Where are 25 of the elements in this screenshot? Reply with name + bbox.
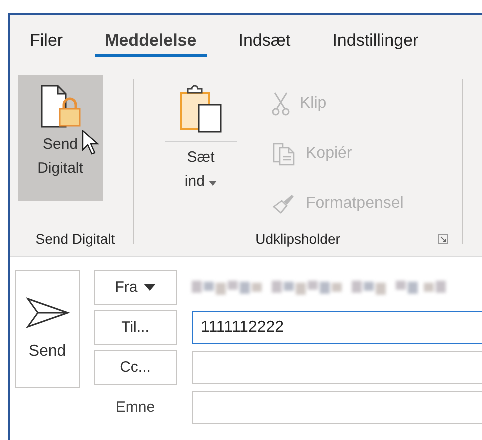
group-label: Udklipsholder — [256, 231, 340, 247]
paper-plane-icon — [26, 297, 70, 329]
send-digitalt-button[interactable]: Send Digitalt — [18, 75, 103, 201]
subject-label: Emne — [114, 398, 156, 418]
group-label: Send Digitalt — [34, 230, 116, 249]
from-button[interactable]: Fra — [94, 270, 177, 305]
paste-button[interactable]: Sæt ind — [164, 75, 238, 201]
cc-button[interactable]: Cc... — [94, 350, 177, 385]
clipboard-icon — [178, 85, 224, 133]
paintbrush-icon — [272, 193, 296, 215]
dialog-launcher-icon[interactable] — [438, 234, 448, 244]
dropdown-icon — [144, 284, 156, 291]
ribbon-tab[interactable]: Indsæt — [228, 27, 301, 57]
caret-icon — [209, 181, 218, 186]
ribbon-tab[interactable]: Meddelelse — [95, 27, 207, 57]
send-button[interactable]: Send — [15, 270, 80, 388]
scissors-icon — [272, 92, 290, 116]
ribbon-tab[interactable]: Indstillinger — [322, 27, 429, 57]
to-button[interactable]: Til... — [94, 310, 177, 345]
to-field[interactable]: 1111112222 — [192, 311, 482, 344]
copy-icon — [272, 142, 296, 166]
cc-field[interactable] — [192, 351, 482, 384]
mouse-pointer-icon — [82, 130, 100, 156]
ribbon-tab[interactable]: Filer — [20, 27, 74, 57]
subject-field[interactable] — [192, 391, 482, 424]
